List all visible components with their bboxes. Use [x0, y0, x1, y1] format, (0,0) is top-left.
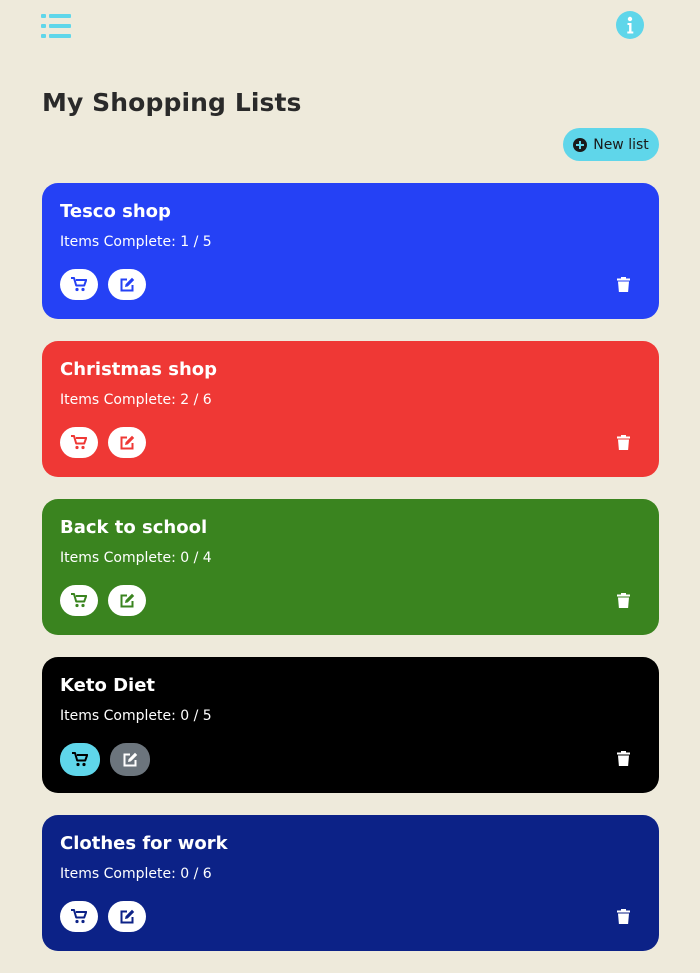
- cart-icon: [71, 277, 87, 292]
- trash-icon: [616, 592, 630, 608]
- list-card: Tesco shop Items Complete: 1 / 5: [42, 183, 659, 319]
- list-title: Keto Diet: [60, 675, 156, 696]
- trash-icon: [616, 750, 630, 766]
- list-progress: Items Complete: 0 / 4: [60, 550, 212, 566]
- list-card: Christmas shop Items Complete: 2 / 6: [42, 341, 659, 477]
- edit-icon: [120, 909, 135, 923]
- list-progress: Items Complete: 0 / 5: [60, 708, 212, 724]
- edit-button[interactable]: [108, 269, 146, 300]
- delete-button[interactable]: [608, 745, 638, 771]
- list-card: Clothes for work Items Complete: 0 / 6: [42, 815, 659, 951]
- new-list-button[interactable]: New list: [563, 128, 659, 161]
- list-icon: [41, 14, 71, 38]
- plus-circle-icon: [573, 137, 588, 152]
- edit-icon: [120, 277, 135, 291]
- shop-button[interactable]: [60, 585, 98, 616]
- shop-button[interactable]: [60, 427, 98, 458]
- shop-button[interactable]: [60, 901, 98, 932]
- list-title: Back to school: [60, 517, 208, 538]
- menu-button[interactable]: [41, 14, 71, 38]
- shop-button[interactable]: [60, 269, 98, 300]
- info-circle-icon: [616, 11, 644, 39]
- edit-icon: [123, 752, 138, 766]
- shop-button[interactable]: [60, 743, 100, 776]
- cart-icon: [71, 435, 87, 450]
- edit-button[interactable]: [110, 743, 150, 776]
- edit-button[interactable]: [108, 901, 146, 932]
- shopping-lists: Tesco shop Items Complete: 1 / 5 Christm…: [42, 183, 659, 973]
- cart-icon: [72, 752, 88, 767]
- page-title: My Shopping Lists: [42, 88, 302, 117]
- info-button[interactable]: [616, 11, 644, 39]
- cart-icon: [71, 593, 87, 608]
- list-title: Tesco shop: [60, 201, 171, 222]
- delete-button[interactable]: [608, 587, 638, 613]
- cart-icon: [71, 909, 87, 924]
- trash-icon: [616, 434, 630, 450]
- delete-button[interactable]: [608, 271, 638, 297]
- list-title: Christmas shop: [60, 359, 218, 380]
- edit-button[interactable]: [108, 585, 146, 616]
- edit-icon: [120, 435, 135, 449]
- delete-button[interactable]: [608, 903, 638, 929]
- delete-button[interactable]: [608, 429, 638, 455]
- trash-icon: [616, 276, 630, 292]
- list-card: Keto Diet Items Complete: 0 / 5: [42, 657, 659, 793]
- list-progress: Items Complete: 1 / 5: [60, 234, 212, 250]
- edit-icon: [120, 593, 135, 607]
- list-progress: Items Complete: 0 / 6: [60, 866, 212, 882]
- edit-button[interactable]: [108, 427, 146, 458]
- list-card: Back to school Items Complete: 0 / 4: [42, 499, 659, 635]
- trash-icon: [616, 908, 630, 924]
- new-list-label: New list: [593, 136, 649, 153]
- list-title: Clothes for work: [60, 833, 228, 854]
- list-progress: Items Complete: 2 / 6: [60, 392, 212, 408]
